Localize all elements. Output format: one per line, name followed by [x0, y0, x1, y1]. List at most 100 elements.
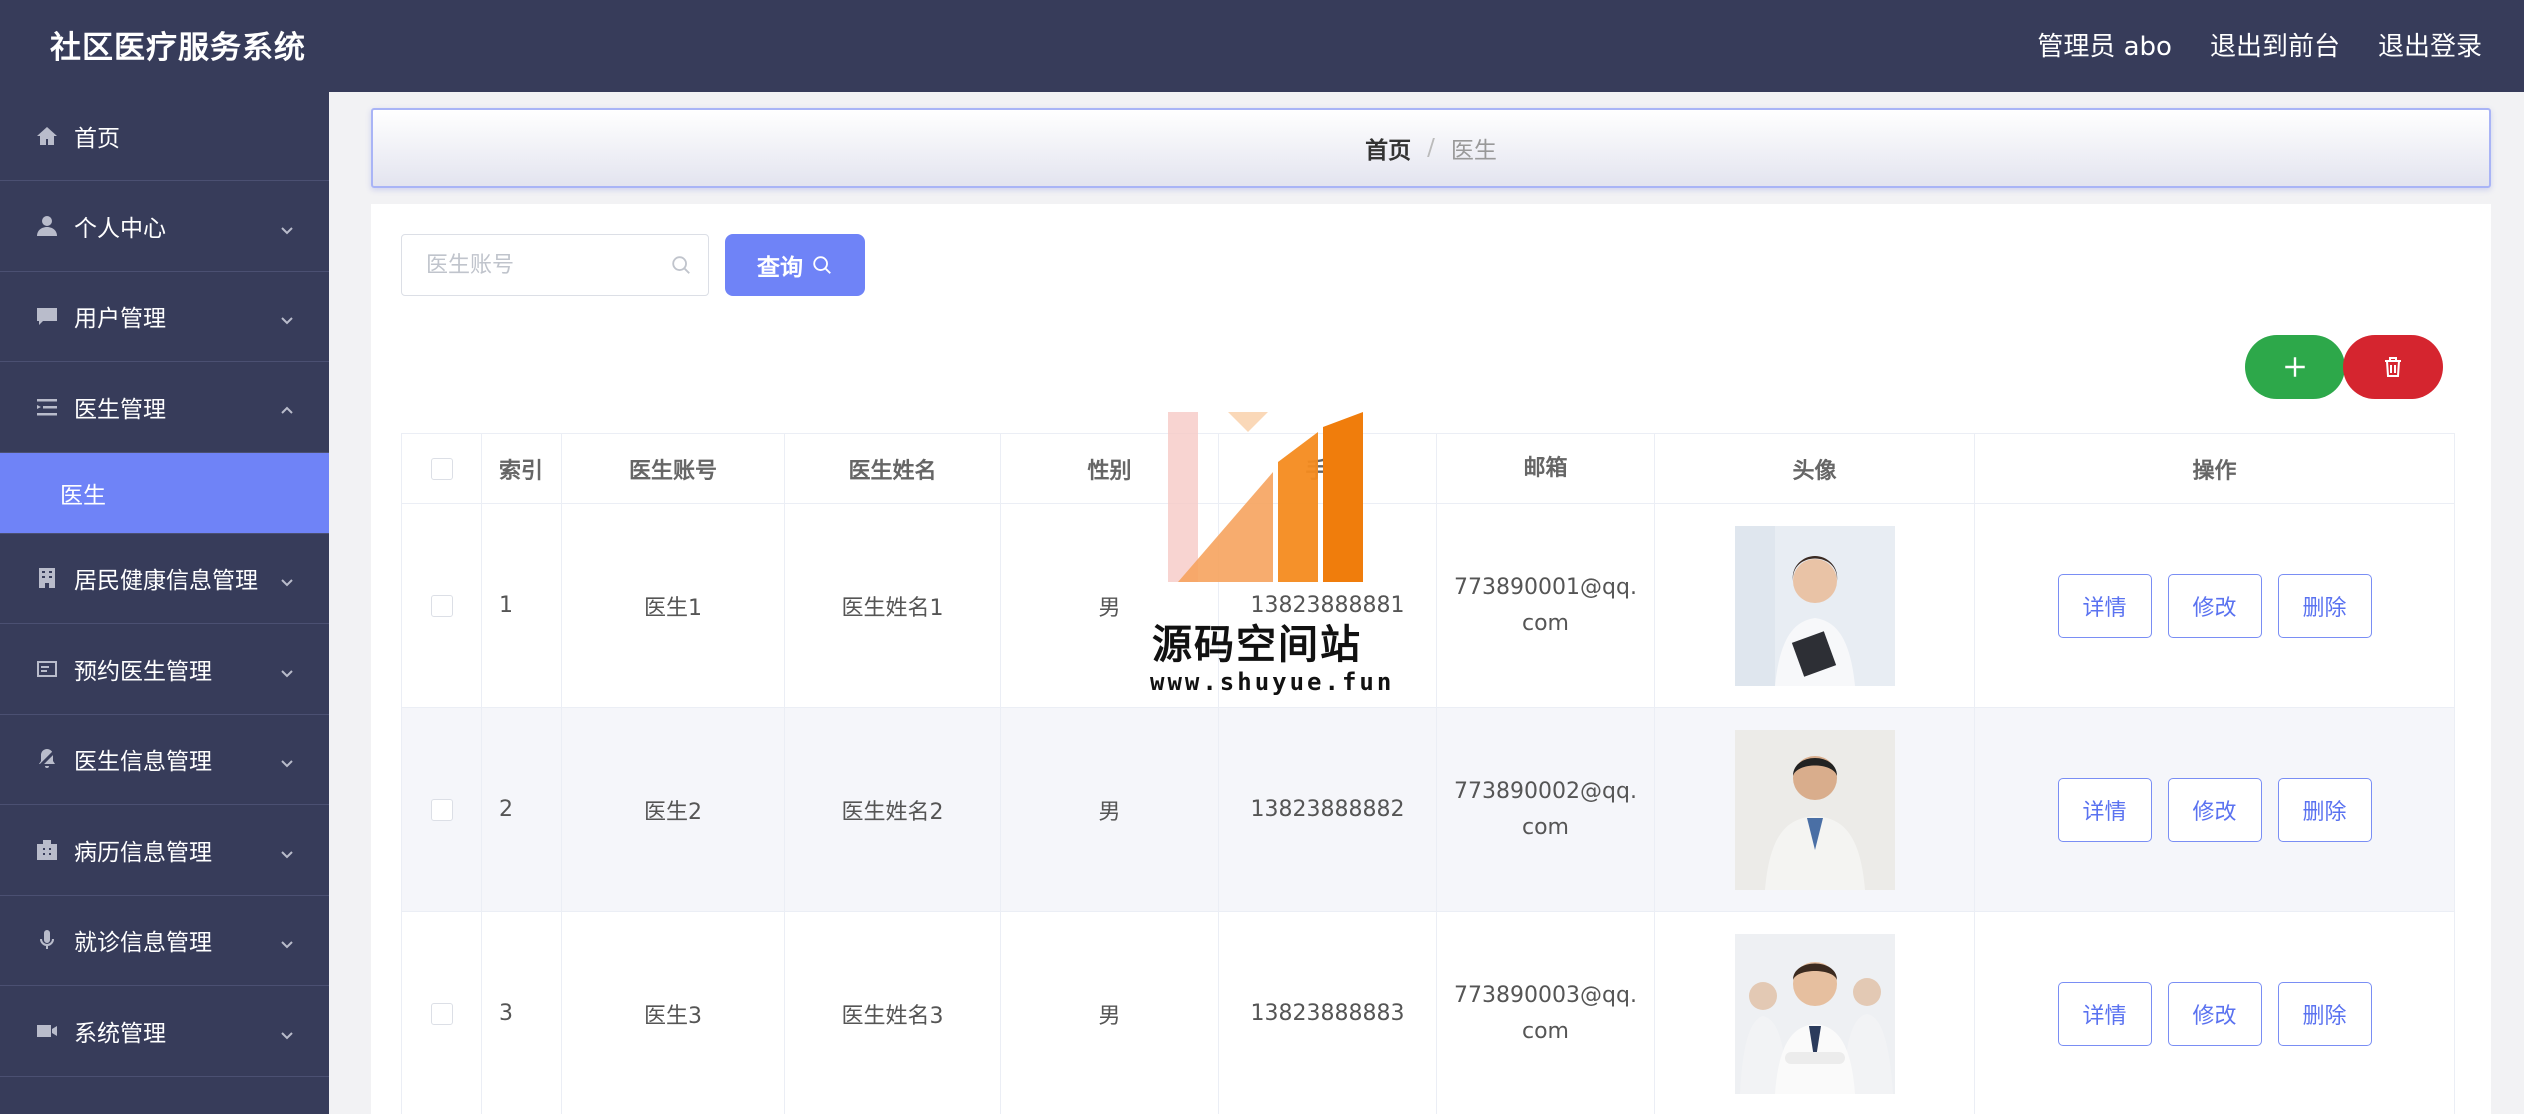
detail-button[interactable]: 详情 [2057, 777, 2152, 842]
avatar[interactable] [1734, 933, 1895, 1094]
add-button[interactable] [2245, 335, 2345, 399]
sidebar-item-label: 居民健康信息管理 [74, 568, 258, 595]
camera-icon [34, 1018, 60, 1044]
row-checkbox[interactable] [430, 1002, 453, 1025]
row-select-cell [402, 912, 482, 1114]
header-cell: 手机 [1219, 434, 1437, 503]
avatar[interactable] [1734, 525, 1895, 686]
sidebar-item-label: 首页 [74, 126, 120, 152]
header-cell: 操作 [2192, 458, 2237, 484]
search-input[interactable] [402, 235, 652, 295]
chevron-down-icon [279, 570, 295, 587]
header-cell: 索引 [482, 434, 562, 503]
sidebar-item-system[interactable]: 系统管理 [0, 986, 329, 1077]
row-checkbox[interactable] [430, 594, 453, 617]
search-icon [813, 256, 831, 274]
email-cell: 773890002@qq.com [1437, 708, 1655, 911]
main-content: 首页 / 医生 查询 索引 医生账号 医生姓名 性别 手机 邮箱 [329, 92, 2524, 1114]
header-cell: 头像 [1655, 434, 1975, 503]
header-cell: 邮箱 [1437, 434, 1655, 503]
row-select-cell [402, 708, 482, 911]
header-select-all-cell [402, 434, 482, 503]
actions-cell: 详情 修改 删除 [1975, 708, 2454, 911]
sidebar-item-resident-health[interactable]: 居民健康信息管理 [0, 534, 329, 624]
breadcrumb-home[interactable]: 首页 [1365, 131, 1411, 165]
search-button-label: 查询 [757, 255, 803, 281]
header-cell: 性别 [1001, 434, 1219, 503]
row-select-cell [402, 504, 482, 707]
index-cell: 3 [482, 912, 562, 1114]
search-button[interactable]: 查询 [725, 234, 865, 296]
phone-cell: 13823888883 [1219, 912, 1437, 1114]
edit-button[interactable]: 修改 [2167, 573, 2262, 638]
sidebar-item-label: 病历信息管理 [74, 839, 212, 866]
breadcrumb-current: 医生 [1450, 138, 1497, 164]
sidebar-item-label: 就诊信息管理 [74, 930, 212, 957]
sidebar-item-doctor-info[interactable]: 医生信息管理 [0, 715, 329, 805]
detail-button[interactable]: 详情 [2057, 573, 2152, 638]
header-cell: 医生姓名 [785, 434, 1001, 503]
sidebar: 首页 个人中心 用户管理 医生管理 医生 居民健康信息管理 预约医生管理 医生信… [0, 92, 329, 1114]
chevron-down-icon [279, 218, 295, 235]
table-row: 1 医生1 医生姓名1 男 13823888881 773890001@qq.c… [402, 504, 2454, 708]
sidebar-item-visit-info[interactable]: 就诊信息管理 [0, 896, 329, 986]
sidebar-subitem-label: 医生 [60, 482, 106, 509]
phone-cell: 13823888882 [1219, 708, 1437, 911]
bell-off-icon [34, 746, 60, 772]
sidebar-subitem-doctor[interactable]: 医生 [0, 452, 329, 534]
breadcrumb: 首页 / 医生 [371, 108, 2491, 188]
top-bar-actions: 管理员 abo 退出到前台 退出登录 [2037, 26, 2482, 63]
account-cell: 医生3 [562, 912, 785, 1114]
app-title: 社区医疗服务系统 [50, 30, 306, 66]
chevron-down-icon [279, 842, 295, 859]
index-cell: 1 [482, 504, 562, 707]
table-row: 3 医生3 医生姓名3 男 13823888883 773890003@qq.c… [402, 912, 2454, 1114]
microphone-icon [34, 927, 60, 953]
sex-cell: 男 [1001, 912, 1219, 1114]
sidebar-item-doctor-management[interactable]: 医生管理 [0, 362, 329, 453]
card-icon [34, 656, 60, 682]
logout-link[interactable]: 退出登录 [2378, 26, 2482, 63]
sidebar-item-home[interactable]: 首页 [0, 92, 329, 181]
detail-button[interactable]: 详情 [2057, 981, 2152, 1046]
chevron-down-icon [279, 751, 295, 768]
select-all-checkbox[interactable] [430, 457, 453, 480]
user-icon [34, 213, 60, 239]
sidebar-item-label: 医生信息管理 [74, 749, 212, 776]
sidebar-item-appointment[interactable]: 预约医生管理 [0, 624, 329, 715]
sidebar-item-label: 系统管理 [74, 1020, 166, 1047]
office-icon [34, 837, 60, 863]
batch-delete-button[interactable] [2343, 335, 2443, 399]
name-cell: 医生姓名3 [785, 912, 1001, 1114]
email-cell: 773890001@qq.com [1437, 504, 1655, 707]
delete-button[interactable]: 删除 [2277, 573, 2372, 638]
home-icon [34, 123, 60, 149]
chevron-up-icon [279, 399, 295, 415]
index-cell: 2 [482, 708, 562, 911]
admin-user-label[interactable]: 管理员 abo [2037, 26, 2172, 63]
account-cell: 医生1 [562, 504, 785, 707]
edit-button[interactable]: 修改 [2167, 981, 2262, 1046]
table-row: 2 医生2 医生姓名2 男 13823888882 773890002@qq.c… [402, 708, 2454, 912]
sidebar-item-user-management[interactable]: 用户管理 [0, 272, 329, 362]
avatar-cell [1655, 708, 1975, 911]
avatar[interactable] [1734, 729, 1895, 890]
sex-cell: 男 [1001, 708, 1219, 911]
exit-to-front-link[interactable]: 退出到前台 [2210, 26, 2340, 63]
chevron-down-icon [279, 1023, 295, 1040]
doctor-table: 索引 医生账号 医生姓名 性别 手机 邮箱 头像 操作 1 医生1 医生姓名1 … [401, 433, 2455, 1114]
phone-cell: 13823888881 [1219, 504, 1437, 707]
search-field [401, 234, 709, 296]
sidebar-item-medical-record[interactable]: 病历信息管理 [0, 805, 329, 896]
delete-button[interactable]: 删除 [2277, 777, 2372, 842]
account-cell: 医生2 [562, 708, 785, 911]
sidebar-item-label: 用户管理 [74, 306, 166, 333]
list-icon [34, 394, 60, 420]
sidebar-item-personal-center[interactable]: 个人中心 [0, 181, 329, 272]
chevron-down-icon [279, 932, 295, 949]
edit-button[interactable]: 修改 [2167, 777, 2262, 842]
delete-button[interactable]: 删除 [2277, 981, 2372, 1046]
chevron-down-icon [279, 308, 295, 325]
trash-icon [2385, 357, 2401, 377]
row-checkbox[interactable] [430, 798, 453, 821]
